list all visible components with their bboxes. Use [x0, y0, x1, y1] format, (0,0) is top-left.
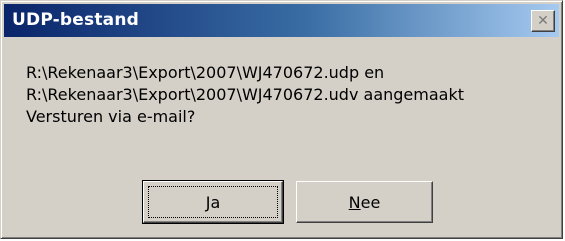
no-button[interactable]: Nee: [296, 181, 433, 223]
no-accelerator: N: [348, 192, 361, 212]
no-label-rest: ee: [360, 192, 381, 212]
close-icon: ✕: [537, 13, 549, 29]
focus-rectangle: [148, 186, 278, 218]
message-line-3: Versturen via e-mail?: [26, 107, 196, 126]
dialog-title: UDP-bestand: [12, 10, 140, 30]
title-bar[interactable]: UDP-bestand ✕: [4, 4, 559, 37]
dialog-window: UDP-bestand ✕ R:\Rekenaar3\Export\2007\W…: [0, 0, 563, 239]
yes-button[interactable]: Ja: [142, 180, 284, 224]
message-line-2: R:\Rekenaar3\Export\2007\WJ470672.udv aa…: [26, 85, 464, 104]
message-line-1: R:\Rekenaar3\Export\2007\WJ470672.udp en: [26, 63, 385, 82]
message-text: R:\Rekenaar3\Export\2007\WJ470672.udp en…: [26, 62, 552, 128]
close-button[interactable]: ✕: [531, 10, 555, 32]
no-button-label: Nee: [349, 193, 381, 212]
